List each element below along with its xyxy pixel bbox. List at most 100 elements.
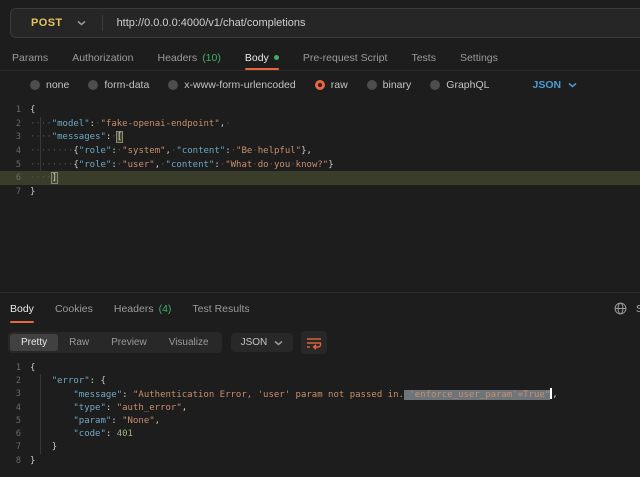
view-visualize[interactable]: Visualize <box>158 334 220 351</box>
tab-pre-request-script[interactable]: Pre-request Script <box>303 45 388 70</box>
tab-label: Body <box>10 303 34 315</box>
tab-label: Pre-request Script <box>303 52 388 64</box>
code-token: :· <box>111 160 122 170</box>
tab-body[interactable]: Body <box>245 45 279 70</box>
code-token: 401 <box>117 429 133 439</box>
body-type-label: none <box>46 79 69 91</box>
code-line[interactable]: 7} <box>0 185 640 199</box>
body-type-graphql[interactable]: GraphQL <box>430 79 489 91</box>
code-token: "content" <box>176 146 225 156</box>
tab-authorization[interactable]: Authorization <box>72 45 133 70</box>
code-content: } <box>30 442 57 452</box>
body-type-form-data[interactable]: form-data <box>88 79 149 91</box>
tab-label: Params <box>12 52 48 64</box>
chevron-down-icon <box>77 20 86 26</box>
code-line[interactable]: 3 "message": "Authentication Error, 'use… <box>0 388 640 401</box>
code-token: "Be·helpful" <box>236 146 301 156</box>
whitespace-dot: · <box>269 160 274 170</box>
response-header: Body Cookies Headers(4) Test Results St <box>0 294 640 323</box>
code-token: :· <box>225 146 236 156</box>
code-token: "auth_error" <box>117 403 182 413</box>
body-language-dropdown[interactable]: JSON <box>532 79 577 91</box>
tab-params[interactable]: Params <box>12 45 48 70</box>
code-token: , <box>552 390 557 400</box>
status-text-clipped: St <box>636 303 640 315</box>
code-line[interactable]: 2····"model":·"fake-openai-endpoint",· <box>0 117 640 131</box>
body-type-none[interactable]: none <box>30 79 69 91</box>
code-content: "type": "auth_error", <box>30 403 187 413</box>
url-bar-divider <box>102 15 103 31</box>
radio-icon <box>430 80 440 90</box>
request-body-editor[interactable]: 1{2····"model":·"fake-openai-endpoint",·… <box>0 99 640 292</box>
code-token: } <box>328 160 333 170</box>
code-line[interactable]: 3····"messages":·[ <box>0 130 640 144</box>
response-tabs: Body Cookies Headers(4) Test Results <box>10 294 250 323</box>
response-language-dropdown[interactable]: JSON <box>231 333 294 352</box>
code-token: } <box>30 187 35 197</box>
tab-label: Cookies <box>55 303 93 315</box>
code-line[interactable]: 8} <box>0 454 640 467</box>
code-line[interactable]: 4 "type": "auth_error", <box>0 401 640 414</box>
body-type-label: GraphQL <box>446 79 489 91</box>
tab-count-badge: (10) <box>202 52 221 64</box>
tab-label: Settings <box>460 52 498 64</box>
globe-icon[interactable] <box>614 302 627 315</box>
body-type-label: raw <box>331 79 348 91</box>
code-line[interactable]: 5········{"role":·"user",·"content":·"Wh… <box>0 158 640 172</box>
postman-window: POST http://0.0.0.0:4000/v1/chat/complet… <box>0 0 640 477</box>
code-token: "param" <box>73 416 111 426</box>
code-token: :· <box>214 160 225 170</box>
view-preview[interactable]: Preview <box>100 334 158 351</box>
tab-cookies[interactable]: Cookies <box>55 294 93 323</box>
response-body-editor[interactable]: 1{2 "error": {3 "message": "Authenticati… <box>0 357 640 477</box>
request-tabs: Params Authorization Headers(10) Body Pre-re… <box>0 45 640 71</box>
line-number: 2 <box>0 119 30 129</box>
code-token: { <box>30 105 35 115</box>
line-number: 3 <box>0 132 30 142</box>
section-divider <box>0 292 640 293</box>
line-number: 1 <box>0 363 30 373</box>
wrap-lines-button[interactable] <box>301 331 327 354</box>
view-pretty[interactable]: Pretty <box>10 334 58 351</box>
indent-guide <box>40 117 41 186</box>
tab-body[interactable]: Body <box>10 294 34 323</box>
tab-settings[interactable]: Settings <box>460 45 498 70</box>
body-type-bar: none form-data x-www-form-urlencoded raw bin… <box>0 71 640 99</box>
code-content: "code": 401 <box>30 429 133 439</box>
body-type-label: form-data <box>104 79 149 91</box>
code-line[interactable]: 4········{"role":·"system",·"content":·"… <box>0 144 640 158</box>
body-type-binary[interactable]: binary <box>367 79 412 91</box>
code-content: ········{"role":·"user",·"content":·"Wha… <box>30 160 334 170</box>
line-number: 5 <box>0 160 30 170</box>
code-token: "code" <box>73 429 106 439</box>
code-line[interactable]: 5 "param": "None", <box>0 414 640 427</box>
method-dropdown[interactable]: POST <box>11 9 102 37</box>
code-line[interactable]: 1{ <box>0 103 640 117</box>
code-line[interactable]: 2 "error": { <box>0 374 640 387</box>
indent-guide <box>40 374 41 454</box>
code-line[interactable]: 6 "code": 401 <box>0 427 640 440</box>
radio-icon <box>88 80 98 90</box>
tab-tests[interactable]: Tests <box>411 45 436 70</box>
response-view-toggle: PrettyRawPreviewVisualize <box>8 332 222 353</box>
tab-headers[interactable]: Headers(4) <box>114 294 172 323</box>
radio-icon <box>367 80 377 90</box>
body-type-x-www-form-urlencoded[interactable]: x-www-form-urlencoded <box>168 79 295 91</box>
code-line[interactable]: 7 } <box>0 441 640 454</box>
code-token: ,· <box>166 146 177 156</box>
url-input[interactable]: http://0.0.0.0:4000/v1/chat/completions <box>117 17 306 29</box>
code-token: "fake-openai-endpoint" <box>100 119 219 129</box>
body-type-raw[interactable]: raw <box>315 79 348 91</box>
code-content: ····"model":·"fake-openai-endpoint",· <box>30 119 231 129</box>
tab-count-badge: (4) <box>159 303 172 315</box>
response-language-label: JSON <box>241 337 268 348</box>
code-line[interactable]: 6····] <box>0 171 640 185</box>
line-number: 4 <box>0 146 30 156</box>
tab-headers[interactable]: Headers(10) <box>157 45 220 70</box>
tab-test-results[interactable]: Test Results <box>192 294 249 323</box>
code-token: , <box>155 416 160 426</box>
view-raw[interactable]: Raw <box>58 334 100 351</box>
code-token: { <box>30 363 35 373</box>
code-line[interactable]: 1{ <box>0 361 640 374</box>
code-content: } <box>30 456 35 466</box>
